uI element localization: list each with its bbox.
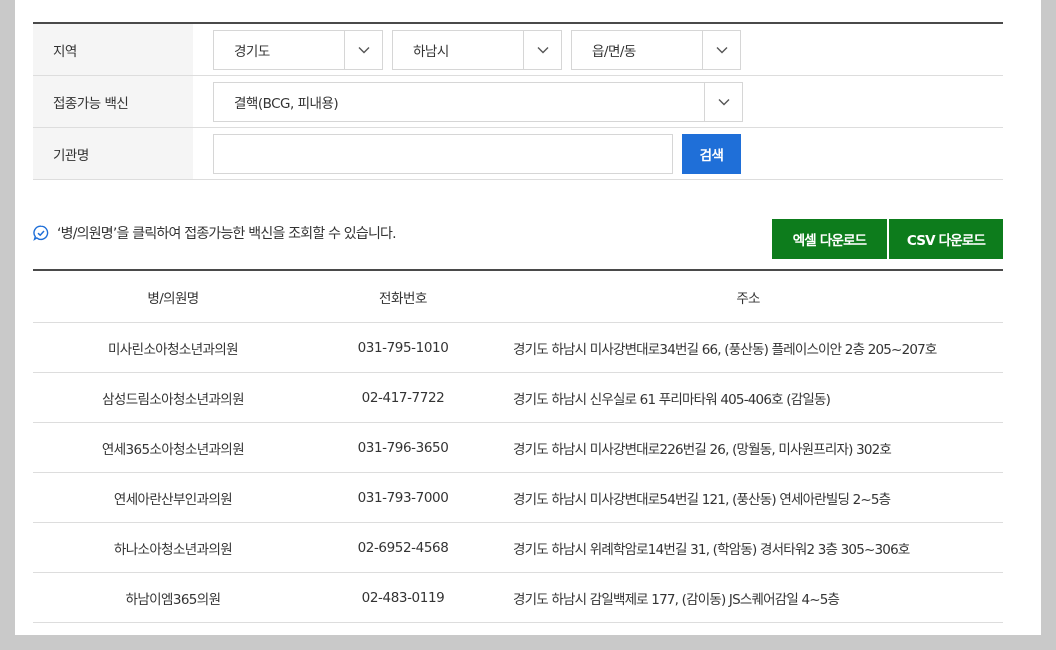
download-buttons: 엑셀 다운로드 CSV 다운로드 bbox=[772, 219, 1003, 259]
clinic-address: 경기도 하남시 신우실로 61 푸리마타워 405-406호 (감일동) bbox=[513, 391, 831, 408]
chevron-down-icon bbox=[704, 82, 742, 121]
clinic-phone: 02-483-0119 bbox=[361, 589, 445, 606]
check-bubble-icon bbox=[33, 225, 49, 241]
excel-download-button[interactable]: 엑셀 다운로드 bbox=[772, 219, 887, 259]
clinic-name-link[interactable]: 하남이엠365의원 bbox=[33, 588, 313, 608]
table-row: 삼성드림소아청소년과의원 02-417-7722 경기도 하남시 신우실로 61… bbox=[33, 373, 1003, 423]
chevron-down-icon bbox=[702, 30, 740, 69]
clinic-name-link[interactable]: 연세365소아청소년과의원 bbox=[33, 438, 313, 458]
header-name: 병/의원명 bbox=[147, 290, 199, 307]
clinic-name-link[interactable]: 삼성드림소아청소년과의원 bbox=[33, 388, 313, 408]
page: 지역 경기도 하남시 읍/면/동 접종가능 백신 결핵(BCG, 피내용) 기관… bbox=[15, 0, 1041, 635]
clinic-address: 경기도 하남시 미사강변대로54번길 121, (풍산동) 연세아란빌딩 2~5… bbox=[513, 491, 891, 508]
province-select[interactable]: 경기도 bbox=[213, 29, 383, 70]
org-label: 기관명 bbox=[33, 128, 193, 179]
org-name-input[interactable] bbox=[213, 133, 673, 174]
results-table: 병/의원명 전화번호 주소 미사린소아청소년과의원 031-795-1010 경… bbox=[33, 269, 1003, 623]
clinic-phone: 031-796-3650 bbox=[357, 439, 449, 456]
vaccine-label: 접종가능 백신 bbox=[33, 76, 193, 127]
clinic-address: 경기도 하남시 위례학암로14번길 31, (학암동) 경서타워2 3층 305… bbox=[513, 541, 910, 558]
clinic-address: 경기도 하남시 감일백제로 177, (감이동) JS스퀘어감일 4~5층 bbox=[513, 591, 840, 608]
vaccine-select-cell: 결핵(BCG, 피내용) bbox=[193, 76, 743, 127]
header-phone: 전화번호 bbox=[378, 290, 428, 307]
province-value: 경기도 bbox=[234, 43, 270, 60]
search-button[interactable]: 검색 bbox=[682, 133, 741, 174]
chevron-down-icon bbox=[523, 30, 561, 69]
clinic-phone: 031-793-7000 bbox=[357, 489, 449, 506]
clinic-phone: 031-795-1010 bbox=[357, 339, 449, 356]
town-select[interactable]: 읍/면/동 bbox=[571, 29, 741, 70]
table-row: 미사린소아청소년과의원 031-795-1010 경기도 하남시 미사강변대로3… bbox=[33, 323, 1003, 373]
clinic-phone: 02-417-7722 bbox=[361, 389, 445, 406]
clinic-address: 경기도 하남시 미사강변대로226번길 26, (망월동, 미사원프리자) 30… bbox=[513, 441, 892, 458]
region-row: 지역 경기도 하남시 읍/면/동 bbox=[33, 24, 1003, 76]
table-row: 연세365소아청소년과의원 031-796-3650 경기도 하남시 미사강변대… bbox=[33, 423, 1003, 473]
org-row: 기관명 검색 bbox=[33, 128, 1003, 180]
vaccine-select[interactable]: 결핵(BCG, 피내용) bbox=[213, 81, 743, 122]
table-row: 연세아란산부인과의원 031-793-7000 경기도 하남시 미사강변대로54… bbox=[33, 473, 1003, 523]
info-message: ‘병/의원명’을 클릭하여 접종가능한 백신을 조회할 수 있습니다. bbox=[33, 223, 397, 243]
table-row: 하남이엠365의원 02-483-0119 경기도 하남시 감일백제로 177,… bbox=[33, 573, 1003, 623]
clinic-name-link[interactable]: 미사린소아청소년과의원 bbox=[33, 338, 313, 358]
clinic-phone: 02-6952-4568 bbox=[357, 539, 449, 556]
vaccine-row: 접종가능 백신 결핵(BCG, 피내용) bbox=[33, 76, 1003, 128]
city-value: 하남시 bbox=[413, 43, 449, 60]
csv-download-button[interactable]: CSV 다운로드 bbox=[889, 219, 1003, 259]
vaccine-value: 결핵(BCG, 피내용) bbox=[234, 95, 339, 112]
header-address: 주소 bbox=[736, 290, 760, 307]
search-filter-form: 지역 경기도 하남시 읍/면/동 접종가능 백신 결핵(BCG, 피내용) 기관… bbox=[33, 22, 1003, 180]
clinic-name-link[interactable]: 연세아란산부인과의원 bbox=[33, 488, 313, 508]
city-select[interactable]: 하남시 bbox=[392, 29, 562, 70]
info-message-text: ‘병/의원명’을 클릭하여 접종가능한 백신을 조회할 수 있습니다. bbox=[57, 226, 397, 242]
table-header: 병/의원명 전화번호 주소 bbox=[33, 271, 1003, 323]
region-label: 지역 bbox=[33, 24, 193, 75]
info-bar: ‘병/의원명’을 클릭하여 접종가능한 백신을 조회할 수 있습니다. 엑셀 다… bbox=[33, 219, 1003, 259]
org-input-cell: 검색 bbox=[193, 128, 741, 179]
clinic-name-link[interactable]: 하나소아청소년과의원 bbox=[33, 538, 313, 558]
table-row: 하나소아청소년과의원 02-6952-4568 경기도 하남시 위례학암로14번… bbox=[33, 523, 1003, 573]
clinic-address: 경기도 하남시 미사강변대로34번길 66, (풍산동) 플레이스이안 2층 2… bbox=[513, 341, 937, 358]
chevron-down-icon bbox=[344, 30, 382, 69]
region-selects: 경기도 하남시 읍/면/동 bbox=[193, 24, 741, 75]
town-value: 읍/면/동 bbox=[592, 43, 636, 60]
